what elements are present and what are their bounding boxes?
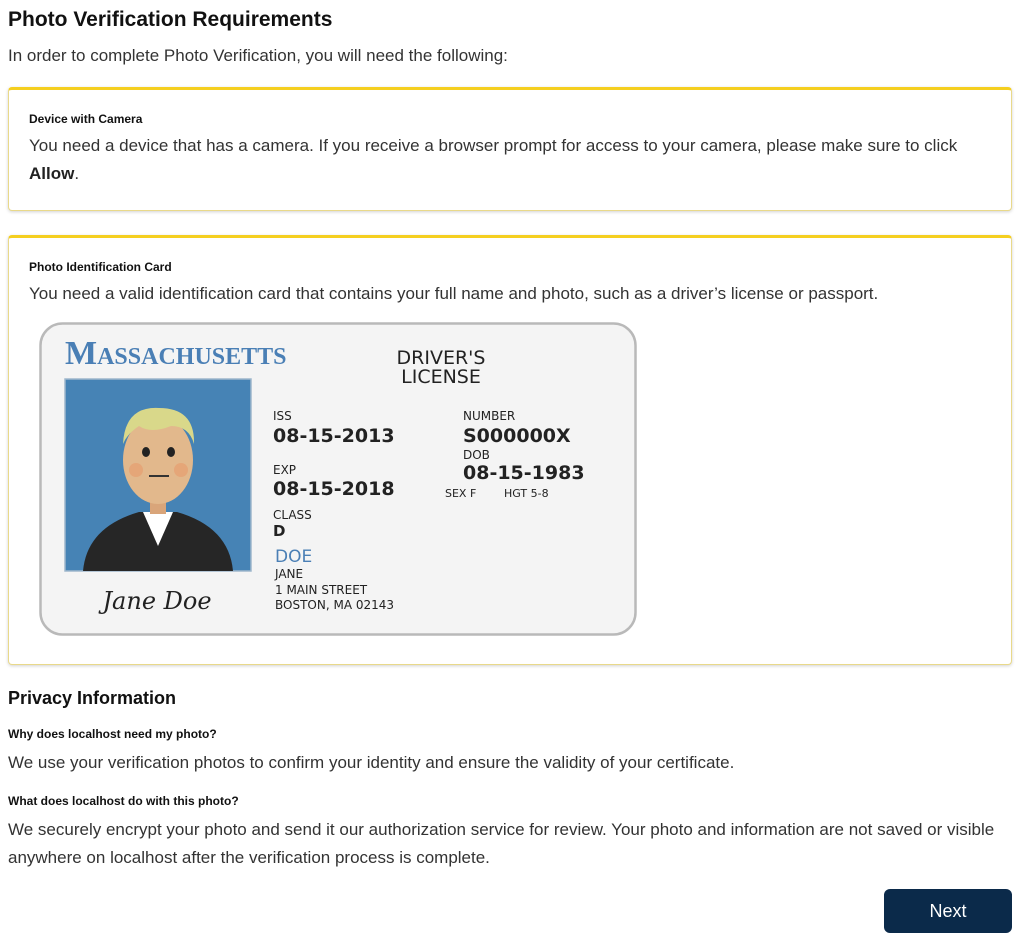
address-line1: 1 MAIN STREET — [275, 583, 368, 597]
license-signature: Jane Doe — [97, 587, 211, 615]
intro-text: In order to complete Photo Verification,… — [8, 46, 508, 65]
number-label: NUMBER — [463, 409, 515, 423]
exp-value: 08-15-2018 — [273, 478, 395, 500]
camera-card-title: Device with Camera — [29, 112, 143, 126]
privacy-answer-1: We use your verification photos to confi… — [8, 753, 735, 772]
allow-emphasis: Allow — [29, 164, 75, 183]
next-button[interactable]: Next — [884, 889, 1012, 933]
address-line2: BOSTON, MA 02143 — [275, 598, 394, 612]
class-value: D — [273, 522, 285, 540]
camera-text-end: . — [74, 164, 80, 183]
dob-value: 08-15-1983 — [463, 462, 585, 484]
last-name: DOE — [275, 547, 312, 567]
camera-text-main: You need a device that has a camera. If … — [29, 136, 958, 155]
iss-label: ISS — [273, 409, 292, 423]
sex-value: SEX F — [445, 487, 476, 500]
page-title: Photo Verification Requirements — [8, 8, 333, 31]
id-card-text: You need a valid identification card tha… — [29, 284, 879, 303]
sample-license-image: MASSACHUSETTS DRIVER'S LICENSE Jane Doe … — [39, 322, 637, 636]
height-value: HGT 5-8 — [504, 487, 549, 500]
first-name: JANE — [274, 567, 303, 581]
privacy-question-2: What does localhost do with this photo? — [8, 794, 239, 808]
camera-card-text: You need a device that has a camera. If … — [29, 132, 991, 188]
camera-requirement-card: Device with Camera You need a device tha… — [8, 87, 1012, 211]
class-label: CLASS — [273, 508, 312, 522]
dob-label: DOB — [463, 448, 490, 462]
id-card-title: Photo Identification Card — [29, 260, 172, 274]
license-portrait — [64, 378, 252, 572]
license-type-line2: LICENSE — [401, 366, 481, 388]
privacy-answer-2: We securely encrypt your photo and send … — [8, 820, 995, 867]
privacy-question-1: Why does localhost need my photo? — [8, 727, 217, 741]
number-value: S000000X — [463, 425, 571, 447]
id-requirement-card: Photo Identification Card You need a val… — [8, 235, 1012, 665]
exp-label: EXP — [273, 463, 296, 477]
privacy-title: Privacy Information — [8, 688, 177, 708]
iss-value: 08-15-2013 — [273, 425, 395, 447]
